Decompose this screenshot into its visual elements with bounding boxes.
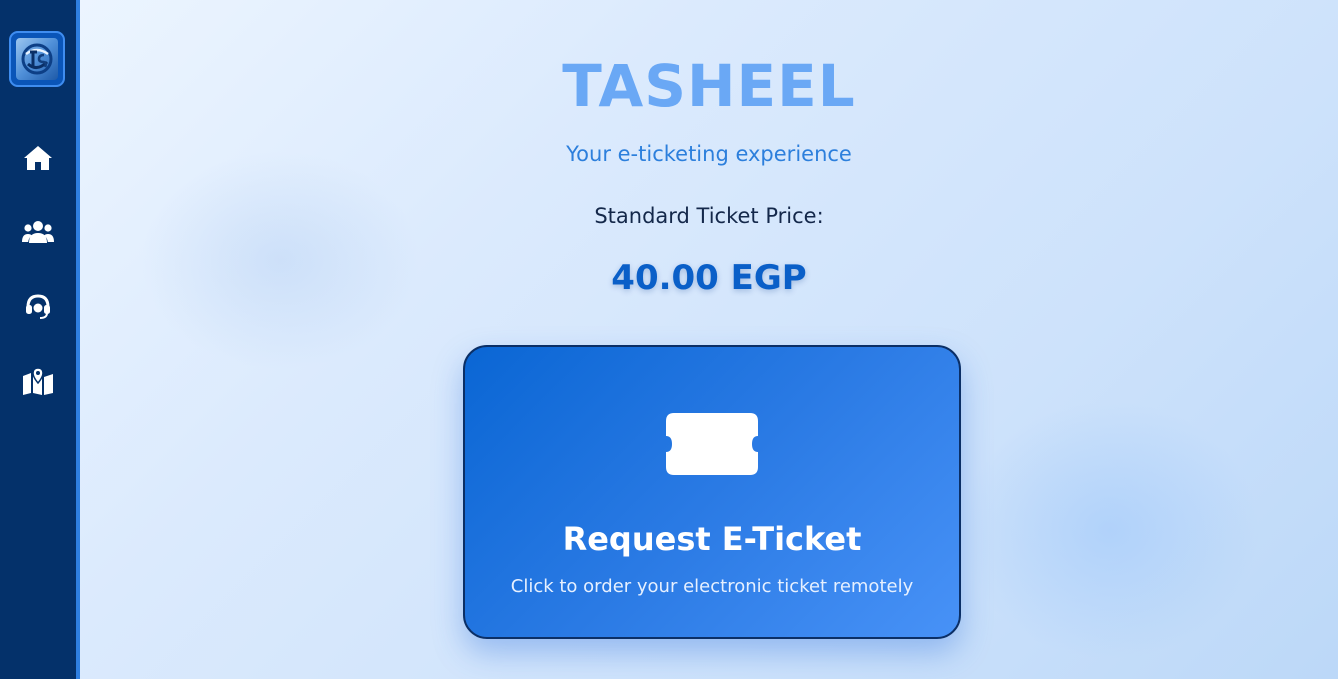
sidebar-item-users[interactable]: [20, 214, 56, 250]
users-icon: [22, 221, 54, 243]
sidebar-item-map[interactable]: [20, 363, 56, 399]
price-value: 40.00 EGP: [611, 258, 807, 298]
map-icon: [23, 367, 53, 395]
ticket-icon: [666, 413, 758, 475]
brand-subtitle: Your e-ticketing experience: [566, 142, 852, 166]
brand-title: TASHEEL: [562, 52, 856, 120]
headset-icon: [26, 294, 50, 319]
ticket-card-title: Request E-Ticket: [562, 520, 862, 558]
ticket-card-description: Click to order your electronic ticket re…: [510, 576, 914, 597]
sidebar: [0, 0, 80, 679]
app-logo[interactable]: [9, 31, 65, 87]
price-label: Standard Ticket Price:: [594, 204, 824, 228]
tasheel-logo-icon: [16, 38, 58, 80]
sidebar-item-home[interactable]: [20, 140, 56, 176]
sidebar-item-support[interactable]: [20, 288, 56, 324]
request-ticket-button[interactable]: Request E-Ticket Click to order your ele…: [463, 345, 961, 639]
background-glow-right: [960, 400, 1260, 660]
home-icon: [24, 146, 52, 170]
